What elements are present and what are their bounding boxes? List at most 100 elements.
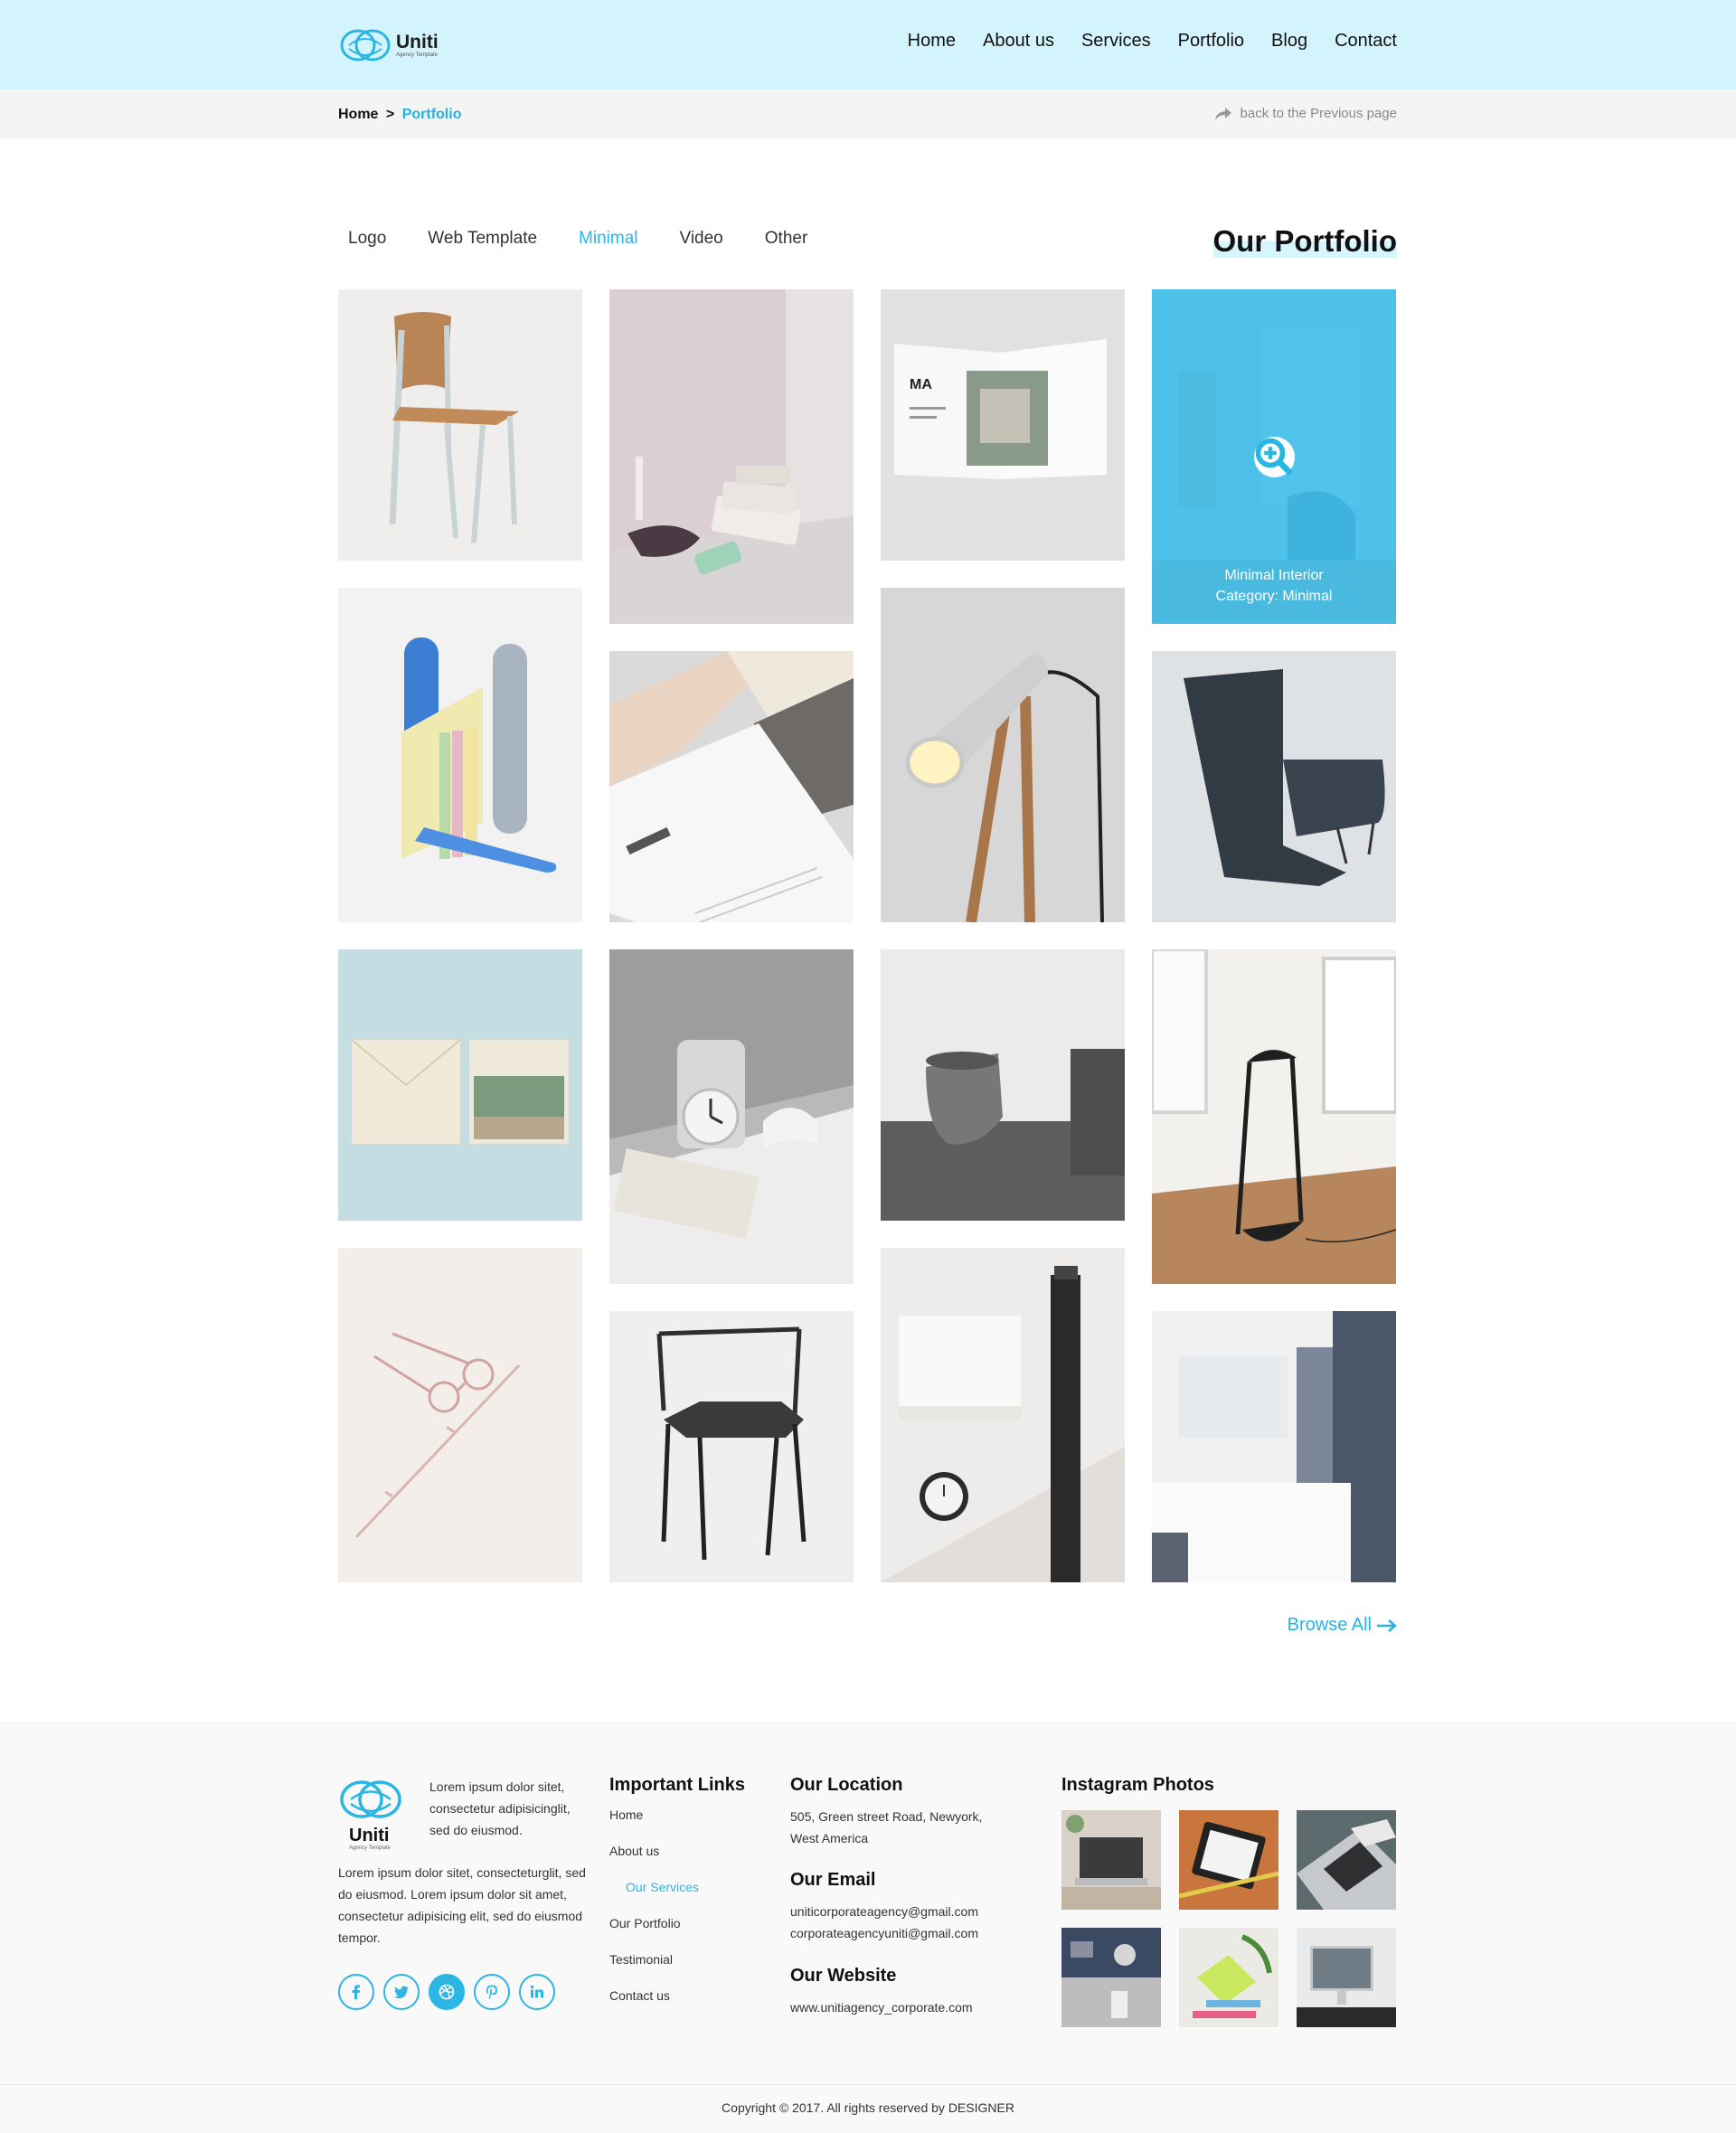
footer-link-testimonial[interactable]: Testimonial — [609, 1952, 699, 1988]
nav-contact[interactable]: Contact — [1335, 31, 1397, 52]
sticky-notes-icon — [1179, 1928, 1278, 2027]
hover-category: Category: Minimal — [1215, 589, 1333, 604]
zoom-button[interactable] — [1254, 437, 1295, 477]
back-link-label: back to the Previous page — [1240, 106, 1397, 121]
breadcrumb-bar: Home > Portfolio back to the Previous pa… — [0, 90, 1736, 139]
twitter-icon[interactable] — [383, 1974, 420, 2010]
portfolio-item[interactable]: MA — [881, 289, 1125, 561]
bathroom-icon — [1152, 1311, 1396, 1582]
glasses-icon — [338, 1248, 582, 1582]
nav-services[interactable]: Services — [1081, 31, 1151, 52]
portfolio-item[interactable] — [609, 289, 854, 624]
instagram-photo[interactable] — [1061, 1810, 1161, 1910]
filter-video[interactable]: Video — [680, 229, 723, 249]
desk-flatlay-icon — [1061, 1928, 1161, 2027]
svg-text:MA: MA — [910, 377, 932, 392]
linkedin-icon[interactable] — [519, 1974, 555, 2010]
portfolio-item[interactable] — [609, 651, 854, 922]
instagram-photo[interactable] — [1297, 1928, 1396, 2027]
portfolio-item[interactable] — [881, 949, 1125, 1221]
portfolio-item[interactable] — [1152, 949, 1396, 1284]
portfolio-item[interactable] — [609, 1311, 854, 1582]
dribbble-icon[interactable] — [429, 1974, 465, 2010]
footer-link-contact[interactable]: Contact us — [609, 1988, 699, 2024]
portfolio-item-hover[interactable]: Minimal Interior Category: Minimal — [1152, 289, 1396, 624]
main-nav: Home About us Services Portfolio Blog Co… — [881, 31, 1397, 52]
logo-mark-icon — [340, 29, 391, 61]
desk-lamp-icon — [881, 588, 1125, 922]
instagram-photo[interactable] — [1179, 1810, 1278, 1910]
logo[interactable]: Uniti Agency Template — [338, 25, 439, 65]
share-arrow-icon — [1214, 107, 1231, 120]
candle-books-icon — [609, 289, 854, 624]
site-header: Uniti Agency Template Home About us Serv… — [0, 0, 1736, 90]
breadcrumb-separator: > — [385, 107, 395, 122]
instagram-photo[interactable] — [1179, 1928, 1278, 2027]
website-title: Our Website — [790, 1966, 897, 1986]
email-primary[interactable]: uniticorporateagency@gmail.com — [790, 1901, 978, 1922]
instagram-photo[interactable] — [1061, 1928, 1161, 2027]
filter-web-template[interactable]: Web Template — [428, 229, 537, 249]
stationery-icon — [609, 651, 854, 922]
copyright: Copyright © 2017. All rights reserved by… — [0, 2084, 1736, 2133]
facebook-icon[interactable] — [338, 1974, 374, 2010]
portfolio-item[interactable] — [338, 588, 582, 922]
footer-link-portfolio[interactable]: Our Portfolio — [609, 1916, 699, 1952]
portfolio-item[interactable] — [881, 588, 1125, 922]
nav-portfolio[interactable]: Portfolio — [1178, 31, 1244, 52]
footer-link-services[interactable]: Our Services — [609, 1880, 699, 1916]
portfolio-filters: Logo Web Template Minimal Video Other — [348, 229, 849, 249]
browse-all-link[interactable]: Browse All — [1288, 1615, 1397, 1636]
portfolio-item[interactable] — [338, 949, 582, 1221]
portfolio-item[interactable] — [881, 1248, 1125, 1582]
wood-chair-icon — [338, 289, 582, 561]
footer-logo-tagline: Agency Template — [349, 1845, 391, 1851]
portfolio-item[interactable] — [338, 289, 582, 561]
site-footer: Uniti Agency Template Lorem ipsum dolor … — [0, 1722, 1736, 2133]
breadcrumb-home[interactable]: Home — [338, 107, 378, 122]
nav-home[interactable]: Home — [903, 31, 956, 52]
portfolio-item[interactable] — [1152, 1311, 1396, 1582]
filter-other[interactable]: Other — [765, 229, 808, 249]
social-links — [338, 1974, 555, 2010]
imac-desk-icon — [1297, 1928, 1396, 2027]
email-secondary[interactable]: corporateagencyuniti@gmail.com — [790, 1922, 978, 1944]
nav-about[interactable]: About us — [983, 31, 1054, 52]
magazine-icon: MA — [881, 289, 1125, 561]
breadcrumb-current: Portfolio — [401, 107, 462, 122]
browse-all-label: Browse All — [1287, 1615, 1372, 1635]
links-title: Important Links — [609, 1775, 746, 1795]
portfolio-item[interactable] — [1152, 651, 1396, 922]
black-chair-icon — [609, 1311, 854, 1582]
nav-blog[interactable]: Blog — [1271, 31, 1307, 52]
wristwatch-icon — [881, 1248, 1125, 1582]
filter-logo[interactable]: Logo — [348, 229, 386, 249]
pinterest-icon[interactable] — [474, 1974, 510, 2010]
envelope-cards-icon — [338, 949, 582, 1221]
location-title: Our Location — [790, 1775, 903, 1795]
arrow-right-icon — [1377, 1619, 1397, 1632]
instagram-title: Instagram Photos — [1061, 1775, 1214, 1795]
hover-overlay: Minimal Interior Category: Minimal — [1152, 289, 1396, 624]
back-link[interactable]: back to the Previous page — [1214, 106, 1397, 121]
footer-link-home[interactable]: Home — [609, 1807, 699, 1844]
breadcrumb: Home > Portfolio — [338, 107, 461, 123]
portfolio-item[interactable] — [609, 949, 854, 1284]
footer-link-about[interactable]: About us — [609, 1844, 699, 1880]
logo-name: Uniti — [396, 31, 439, 52]
clock-icon — [609, 949, 854, 1284]
portfolio-item[interactable] — [338, 1248, 582, 1582]
colorful-bookend-icon — [338, 588, 582, 922]
tablet-pencils-icon — [1179, 1810, 1278, 1910]
footer-logo-name: Uniti — [349, 1826, 390, 1845]
dark-armchair-icon — [1152, 651, 1396, 922]
filter-minimal[interactable]: Minimal — [579, 229, 637, 249]
location-address: 505, Green street Road, Newyork, West Am… — [790, 1809, 983, 1845]
floor-lamp-icon — [1152, 949, 1396, 1284]
laptop-typing-icon — [1297, 1810, 1396, 1910]
website-url[interactable]: www.unitiagency_corporate.com — [790, 1996, 973, 2018]
section-title: Our Portfolio — [1212, 224, 1397, 258]
instagram-photo[interactable] — [1297, 1810, 1396, 1910]
grey-cup-icon — [881, 949, 1125, 1221]
footer-logo-icon[interactable] — [338, 1777, 403, 1822]
